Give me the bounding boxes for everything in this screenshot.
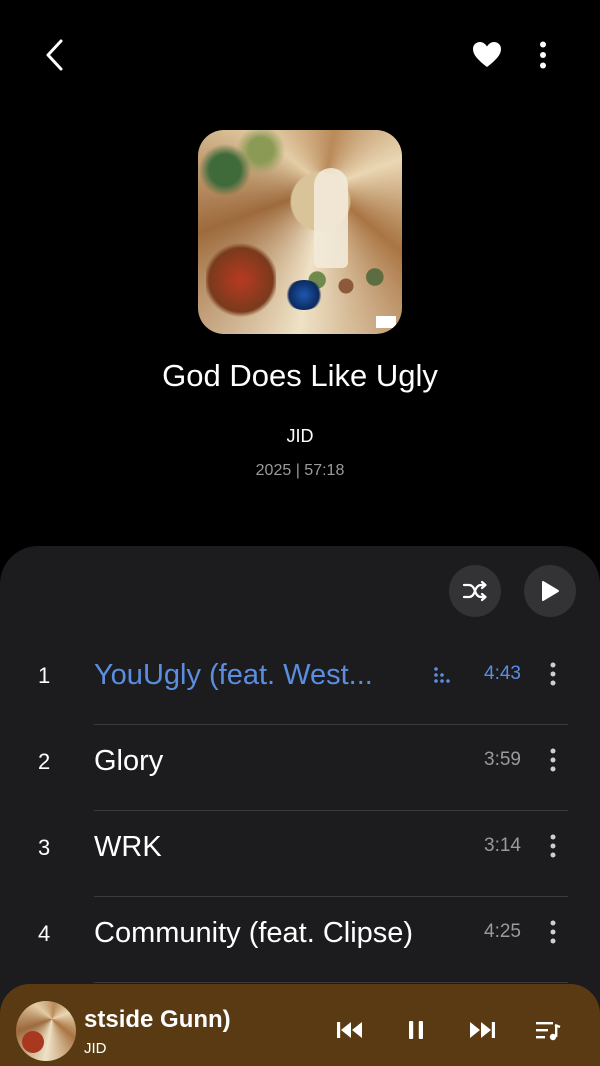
shuffle-icon (462, 580, 487, 602)
track-more-button[interactable] (540, 829, 566, 863)
mini-player-artist: JID (84, 1040, 107, 1057)
parental-advisory-label (376, 316, 396, 328)
now-playing-icon (434, 667, 450, 683)
album-artist[interactable]: JID (0, 426, 600, 447)
previous-button[interactable] (330, 1010, 370, 1050)
track-row-1[interactable]: 1 YouUgly (feat. West... 4:43 (0, 639, 600, 725)
track-row-2[interactable]: 2 Glory 3:59 (0, 725, 600, 811)
track-number: 2 (38, 749, 51, 774)
track-duration: 3:14 (484, 835, 521, 856)
track-duration: 3:59 (484, 749, 521, 770)
previous-icon (337, 1022, 362, 1038)
next-button[interactable] (462, 1010, 502, 1050)
more-vertical-icon (550, 748, 556, 772)
queue-icon (536, 1022, 561, 1041)
track-duration: 4:43 (484, 663, 521, 684)
queue-button[interactable] (528, 1010, 568, 1050)
divider (94, 982, 568, 983)
more-options-button[interactable] (518, 30, 568, 80)
mini-player-artwork (16, 1001, 76, 1061)
next-icon (470, 1022, 495, 1038)
back-arrow-icon (46, 39, 63, 71)
album-cover (198, 130, 402, 334)
track-number: 3 (38, 835, 51, 860)
track-row-4[interactable]: 4 Community (feat. Clipse) 4:25 (0, 897, 600, 983)
track-number: 4 (38, 921, 51, 946)
back-button[interactable] (30, 30, 80, 80)
track-title: Community (feat. Clipse) (94, 917, 414, 949)
mini-player-title: stside Gunn) (84, 1006, 231, 1033)
favorite-button[interactable] (462, 30, 512, 80)
shuffle-button[interactable] (449, 565, 501, 617)
pause-button[interactable] (396, 1010, 436, 1050)
heart-icon (473, 42, 501, 67)
pause-icon (409, 1021, 423, 1039)
album-meta: 2025 | 57:18 (255, 462, 345, 479)
track-duration: 4:25 (484, 921, 521, 942)
mini-player[interactable]: stside Gunn) JID (0, 984, 600, 1066)
track-title: WRK (94, 831, 162, 863)
track-title: Glory (94, 745, 164, 777)
track-more-button[interactable] (540, 915, 566, 949)
album-title: God Does Like Ugly (162, 358, 438, 393)
top-bar (0, 0, 600, 110)
play-button[interactable] (524, 565, 576, 617)
track-row-3[interactable]: 3 WRK 3:14 (0, 811, 600, 897)
play-icon (542, 581, 559, 601)
track-number: 1 (38, 663, 51, 688)
more-vertical-icon (550, 834, 556, 858)
track-title: YouUgly (feat. West... (94, 659, 373, 691)
track-more-button[interactable] (540, 743, 566, 777)
more-vertical-icon (550, 662, 556, 686)
more-vertical-icon (540, 41, 546, 69)
track-more-button[interactable] (540, 657, 566, 691)
more-vertical-icon (550, 920, 556, 944)
